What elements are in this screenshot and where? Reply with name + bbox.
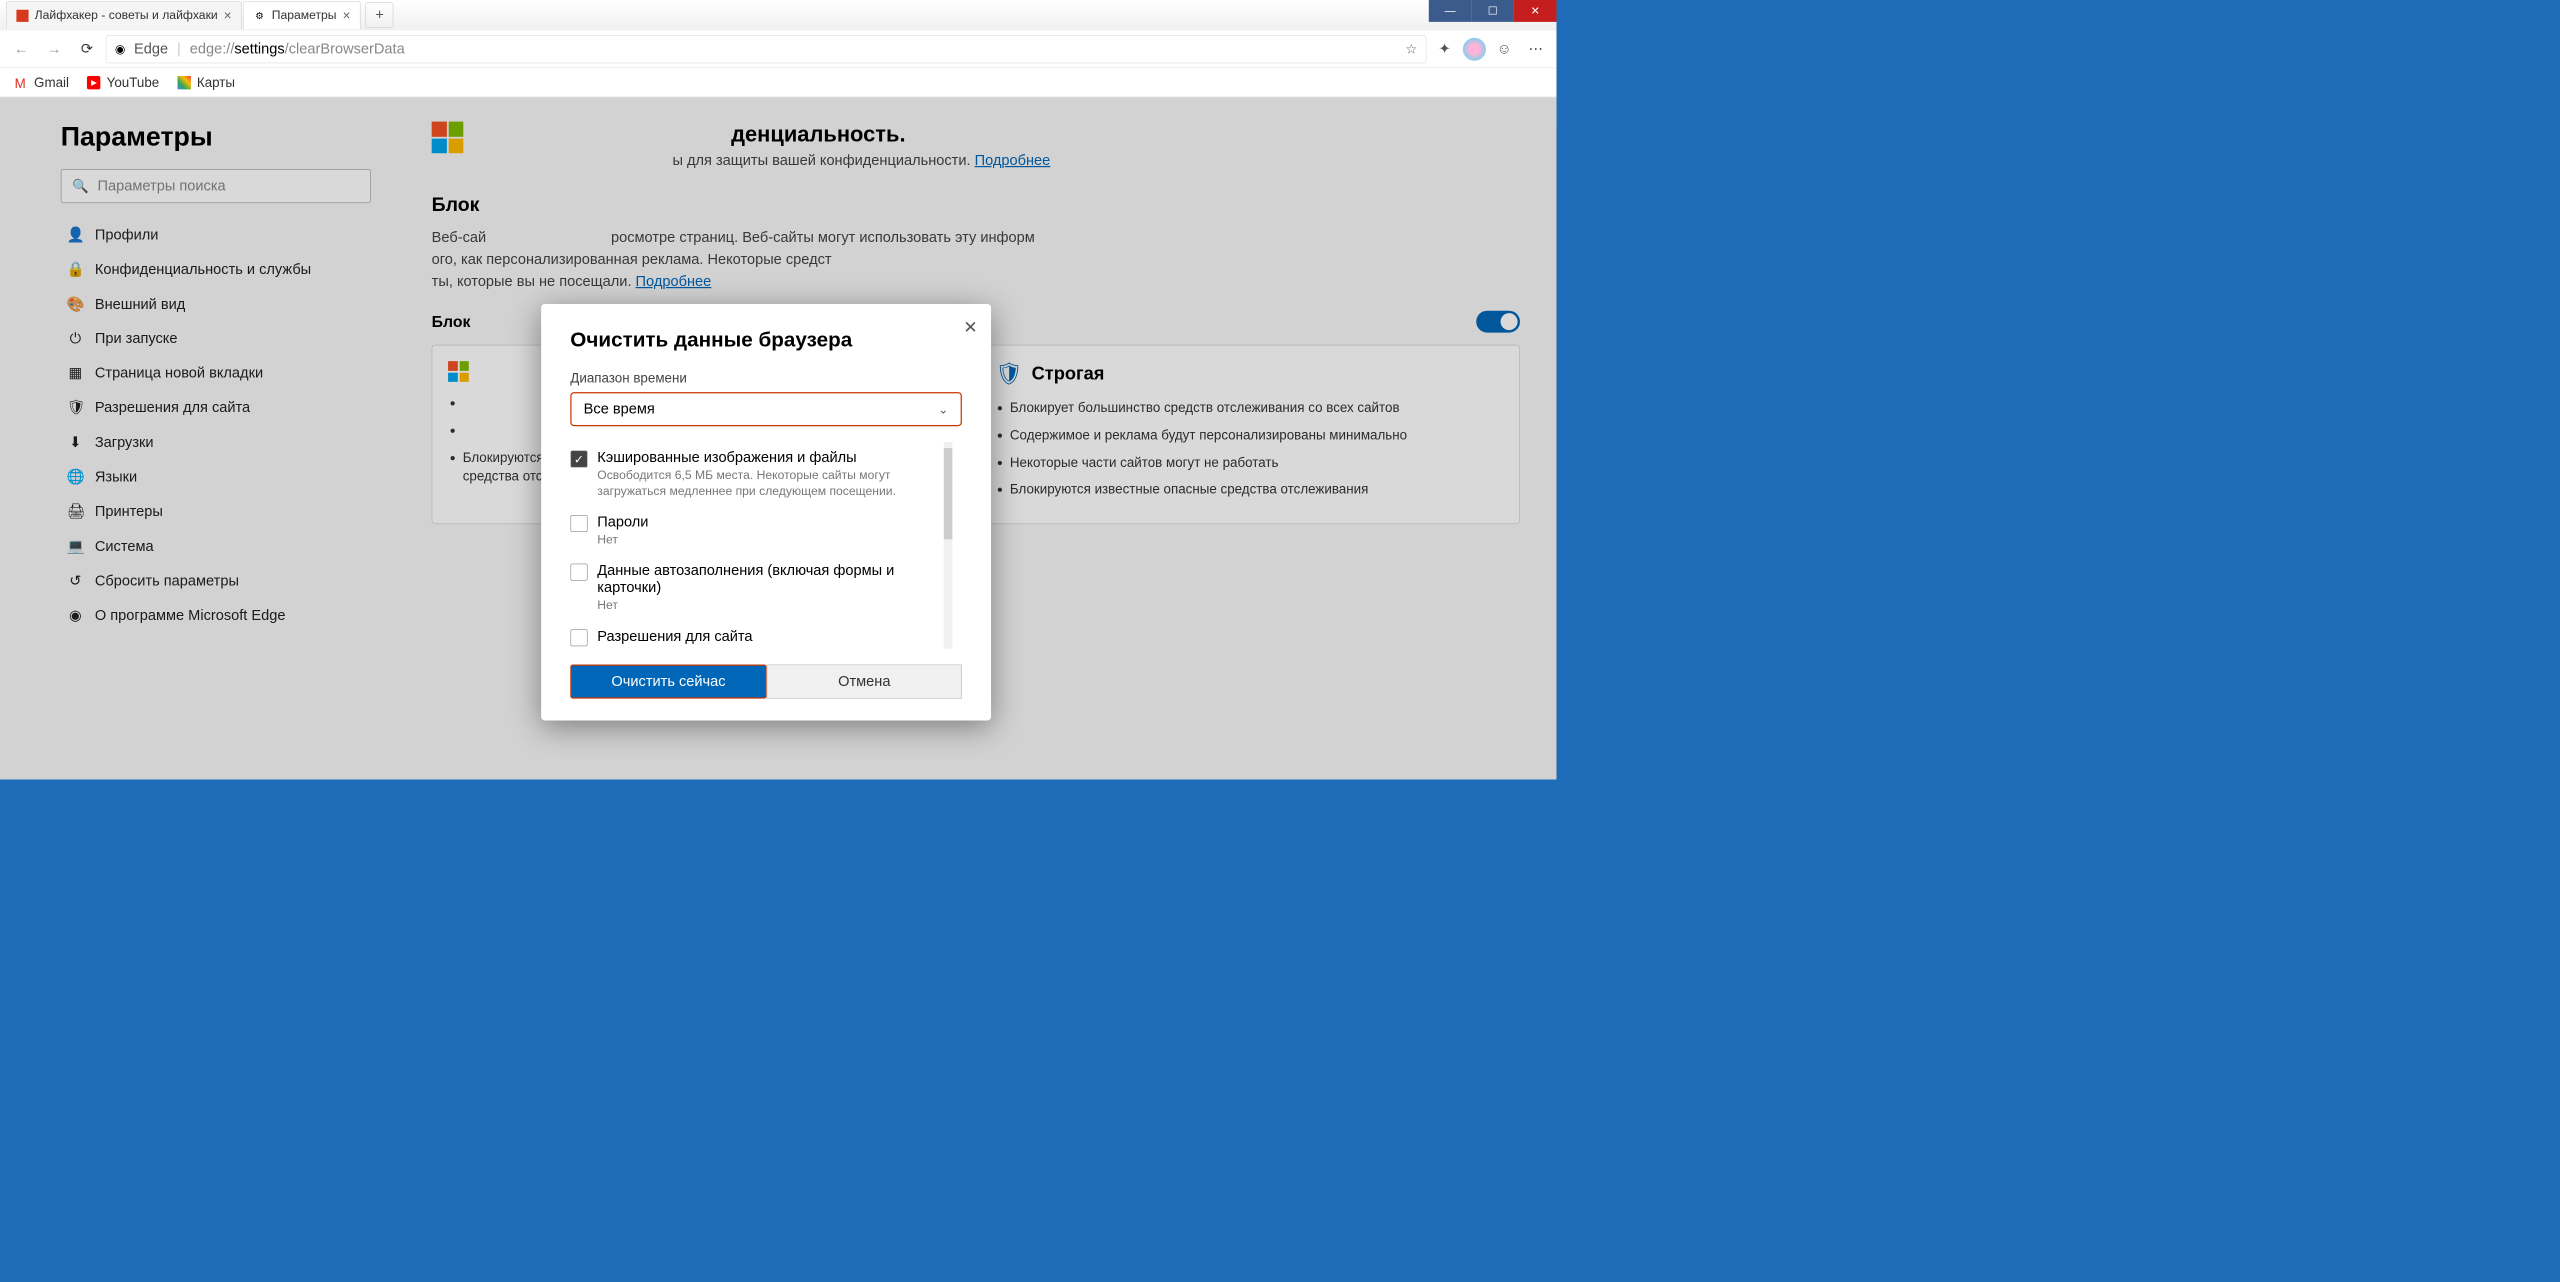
tab-title: Параметры xyxy=(272,9,337,23)
checkbox[interactable] xyxy=(570,629,587,646)
range-label: Диапазон времени xyxy=(570,370,962,386)
check-sub: 1 сайт xyxy=(597,646,752,648)
time-range-select[interactable]: Все время ⌄ xyxy=(570,392,962,426)
gmail-icon: M xyxy=(15,76,28,89)
youtube-icon: ▶ xyxy=(87,76,100,89)
check-sub: Нет xyxy=(597,532,648,548)
titlebar: Лайфхакер - советы и лайфхаки × ⚙ Параме… xyxy=(0,0,1556,30)
bookmark-gmail[interactable]: MGmail xyxy=(15,74,69,90)
close-icon[interactable]: × xyxy=(224,8,232,24)
clear-data-dialog: ✕ Очистить данные браузера Диапазон врем… xyxy=(541,304,991,720)
tab-lifehacker[interactable]: Лайфхакер - советы и лайфхаки × xyxy=(6,1,242,29)
check-item[interactable]: Разрешения для сайта1 сайт xyxy=(570,621,952,649)
check-sub: Нет xyxy=(597,598,952,614)
address-text: Edge | edge://settings/clearBrowserData xyxy=(134,40,405,57)
check-title: Кэшированные изображения и файлы xyxy=(597,449,952,466)
window-controls: — ☐ ✕ xyxy=(1429,0,1557,22)
scrollbar[interactable] xyxy=(944,442,953,649)
checklist: ✓ Кэшированные изображения и файлы Освобод… xyxy=(570,442,962,649)
bookmarks-bar: MGmail ▶YouTube Карты xyxy=(0,68,1556,97)
check-item[interactable]: ✓ Кэшированные изображения и файлы Освобод… xyxy=(570,442,952,506)
more-icon[interactable]: ⋯ xyxy=(1522,36,1549,63)
tab-title: Лайфхакер - советы и лайфхаки xyxy=(35,9,218,23)
edge-icon: ◉ xyxy=(115,41,126,56)
chevron-down-icon: ⌄ xyxy=(938,402,948,417)
dialog-title: Очистить данные браузера xyxy=(570,328,962,352)
check-title: Данные автозаполнения (включая формы и к… xyxy=(597,562,952,596)
favicon-icon xyxy=(16,9,28,21)
minimize-button[interactable]: — xyxy=(1429,0,1472,22)
refresh-button[interactable]: ⟳ xyxy=(73,35,101,63)
tab-settings[interactable]: ⚙ Параметры × xyxy=(243,1,361,29)
check-item[interactable]: ПаролиНет xyxy=(570,506,952,555)
check-title: Разрешения для сайта xyxy=(597,628,752,645)
checkbox[interactable] xyxy=(570,564,587,581)
back-button[interactable]: ← xyxy=(7,35,35,63)
new-tab-button[interactable]: + xyxy=(366,2,394,28)
close-icon[interactable]: ✕ xyxy=(963,317,977,337)
bookmark-maps[interactable]: Карты xyxy=(177,74,235,90)
check-item[interactable]: Данные автозаполнения (включая формы и к… xyxy=(570,555,952,621)
select-value: Все время xyxy=(584,401,655,418)
dialog-buttons: Очистить сейчас Отмена xyxy=(570,665,962,699)
maximize-button[interactable]: ☐ xyxy=(1471,0,1514,22)
content: Параметры 🔍 Параметры поиска 👤Профили🔒Ко… xyxy=(0,97,1556,779)
bookmark-youtube[interactable]: ▶YouTube xyxy=(87,74,159,90)
tabs-area: Лайфхакер - советы и лайфхаки × ⚙ Параме… xyxy=(0,0,394,30)
maps-icon xyxy=(177,76,190,89)
gear-icon: ⚙ xyxy=(253,9,265,21)
smiley-icon[interactable]: ☺ xyxy=(1491,36,1518,63)
cancel-button[interactable]: Отмена xyxy=(767,665,962,699)
addressbar[interactable]: ◉ Edge | edge://settings/clearBrowserDat… xyxy=(106,35,1427,63)
checkbox[interactable] xyxy=(570,515,587,532)
checkbox[interactable]: ✓ xyxy=(570,451,587,468)
browser-window: Лайфхакер - советы и лайфхаки × ⚙ Параме… xyxy=(0,0,1556,779)
close-icon[interactable]: × xyxy=(343,8,351,24)
check-title: Пароли xyxy=(597,514,648,531)
forward-button[interactable]: → xyxy=(40,35,68,63)
clear-now-button[interactable]: Очистить сейчас xyxy=(570,665,766,699)
favorite-icon[interactable]: ☆ xyxy=(1405,41,1417,57)
check-sub: Освободится 6,5 МБ места. Некоторые сайт… xyxy=(597,468,952,500)
favorites-icon[interactable]: ✦ xyxy=(1431,36,1458,63)
avatar[interactable] xyxy=(1463,37,1486,60)
close-button[interactable]: ✕ xyxy=(1514,0,1557,22)
toolbar: ← → ⟳ ◉ Edge | edge://settings/clearBrow… xyxy=(0,30,1556,68)
